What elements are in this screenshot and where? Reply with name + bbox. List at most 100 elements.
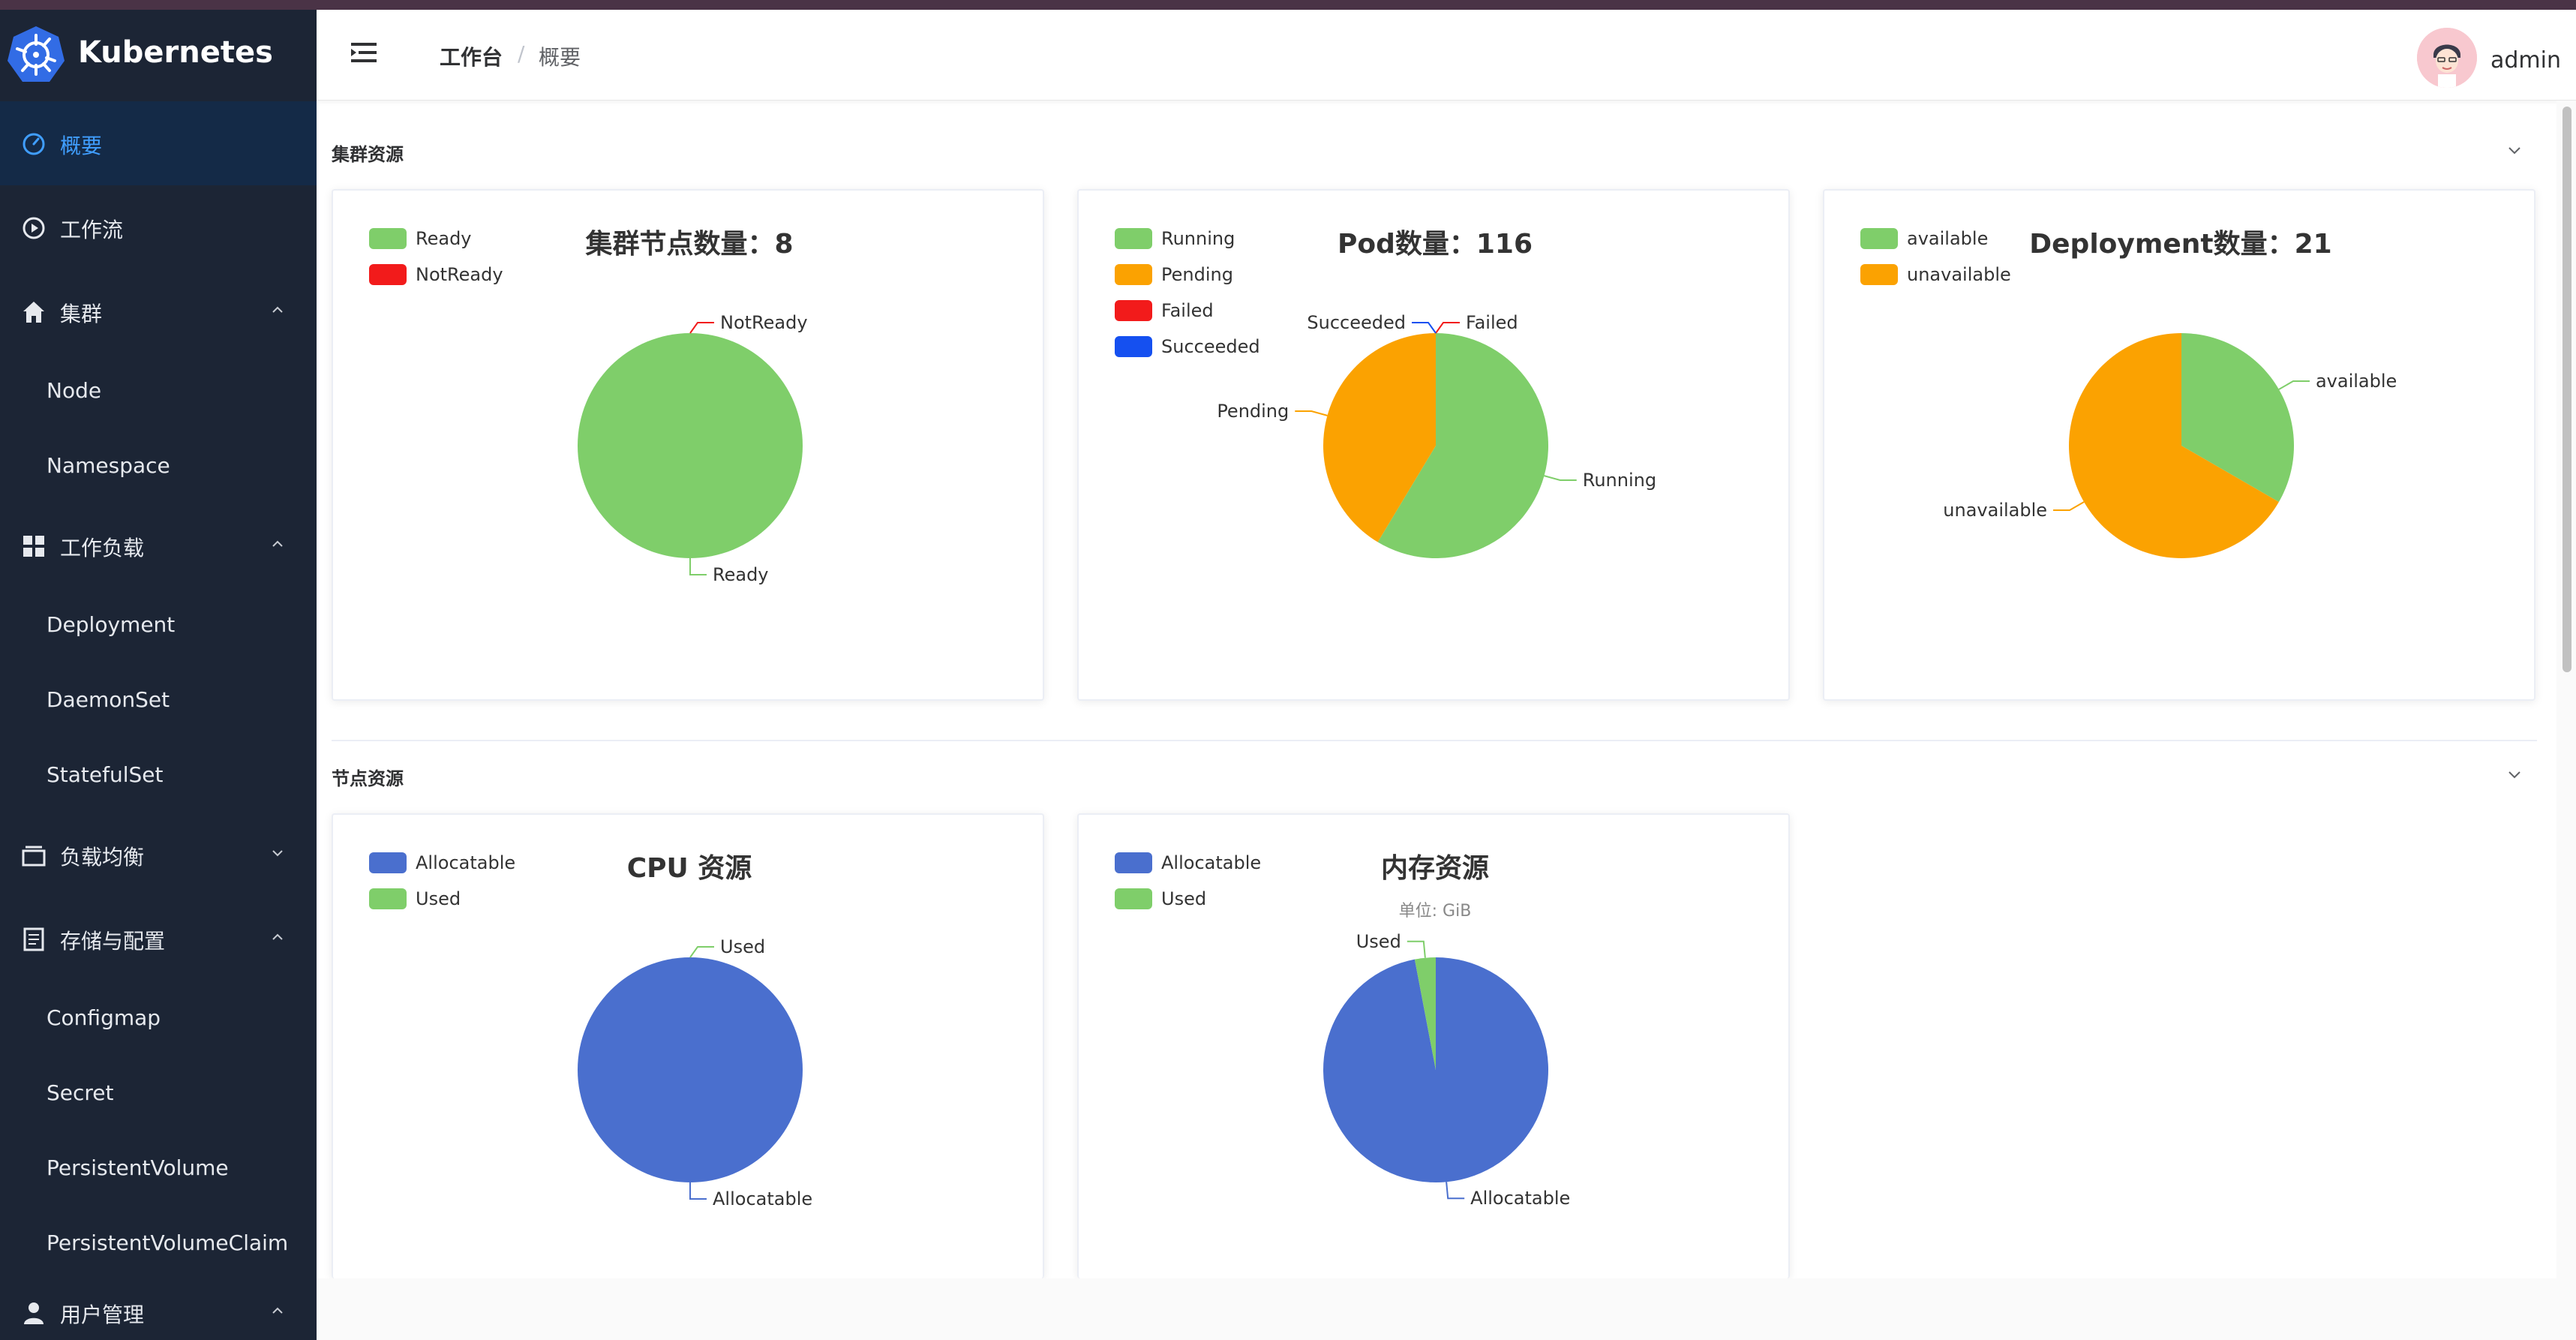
main-content: 集群资源 Ready NotReady 集群节点数量：8 Ready NotReady … bbox=[317, 101, 2552, 1278]
pie-chart: Allocatable Used bbox=[578, 936, 812, 1209]
breadcrumb-separator: / bbox=[518, 41, 525, 66]
avatar-face-icon bbox=[2417, 28, 2477, 88]
label-line-notready bbox=[689, 322, 714, 334]
dashboard-icon bbox=[23, 133, 45, 155]
user-name[interactable]: admin bbox=[2490, 47, 2561, 74]
section-title-cluster: 集群资源 bbox=[332, 144, 404, 165]
label-line-allocatable bbox=[689, 1182, 707, 1200]
slice-label-used: Used bbox=[720, 936, 765, 957]
breadcrumb-workbench[interactable]: 工作台 bbox=[440, 41, 503, 71]
sidebar-item-secret[interactable]: Secret bbox=[0, 1056, 317, 1131]
box-icon bbox=[22, 846, 46, 867]
scrollbar-thumb[interactable] bbox=[2562, 107, 2571, 672]
chevron-down-icon bbox=[272, 850, 283, 857]
sidebar: Kubernetes 概要 工作流 集群 Node Namespace 工作负载… bbox=[0, 10, 317, 1340]
slice-label-available: available bbox=[2316, 371, 2397, 392]
label-line-succeeded bbox=[1412, 322, 1437, 334]
slice-label-used: Used bbox=[1356, 931, 1401, 952]
sidebar-item-label: 存储与配置 bbox=[60, 929, 166, 954]
sidebar-item-label: Configmap bbox=[47, 1005, 161, 1030]
label-line-running bbox=[1544, 475, 1577, 482]
slice-label-failed: Failed bbox=[1466, 312, 1518, 333]
chevron-down-icon[interactable] bbox=[2504, 140, 2525, 161]
sidebar-item-statefulset[interactable]: StatefulSet bbox=[0, 738, 317, 813]
sidebar-item-workflow[interactable]: 工作流 bbox=[0, 185, 317, 269]
label-line-ready bbox=[689, 558, 707, 575]
sidebar-item-label: DaemonSet bbox=[47, 687, 170, 712]
slice-label-running: Running bbox=[1583, 470, 1656, 491]
sidebar-item-persistentvolume[interactable]: PersistentVolume bbox=[0, 1131, 317, 1206]
label-line-unavailable bbox=[2053, 501, 2085, 511]
chevron-up-icon bbox=[272, 1307, 283, 1314]
slice-label-unavailable: unavailable bbox=[1943, 500, 2047, 521]
sidebar-item-label: 用户管理 bbox=[60, 1302, 145, 1327]
chevron-up-icon bbox=[272, 933, 283, 940]
app-name: Kubernetes bbox=[78, 35, 273, 70]
brand[interactable]: Kubernetes bbox=[0, 10, 317, 101]
section-divider bbox=[332, 740, 2537, 741]
sidebar-item-storage-config[interactable]: 存储与配置 bbox=[0, 897, 317, 981]
chevron-up-icon bbox=[272, 540, 283, 547]
sidebar-item-label: Node bbox=[47, 378, 102, 403]
slice-label-notready: NotReady bbox=[720, 312, 808, 333]
sidebar-item-workloads[interactable]: 工作负载 bbox=[0, 503, 317, 587]
chevron-down-icon[interactable] bbox=[2504, 764, 2525, 785]
pie-chart: Ready NotReady bbox=[578, 312, 808, 585]
sidebar-item-label: Secret bbox=[47, 1080, 114, 1105]
sidebar-item-label: 工作流 bbox=[60, 218, 124, 242]
label-line-allocatable bbox=[1446, 1182, 1465, 1200]
sidebar-item-persistentvolumeclaim[interactable]: PersistentVolumeClaim bbox=[0, 1206, 317, 1281]
section-title-node: 节点资源 bbox=[332, 768, 404, 789]
pie-slice-allocatable[interactable] bbox=[578, 957, 803, 1182]
user-icon bbox=[24, 1302, 44, 1324]
chevron-up-icon bbox=[272, 306, 283, 313]
sidebar-item-namespace[interactable]: Namespace bbox=[0, 428, 317, 503]
sidebar-item-cluster[interactable]: 集群 bbox=[0, 269, 317, 353]
sidebar-item-configmap[interactable]: Configmap bbox=[0, 981, 317, 1056]
label-line-failed bbox=[1435, 322, 1460, 334]
sidebar-item-label: PersistentVolumeClaim bbox=[47, 1230, 289, 1255]
pie-chart: Allocatable Used bbox=[1323, 931, 1570, 1209]
sidebar-item-label: 集群 bbox=[60, 302, 103, 326]
pie-chart: available unavailable bbox=[1943, 333, 2397, 558]
sidebar-item-deployment[interactable]: Deployment bbox=[0, 587, 317, 662]
document-icon bbox=[23, 927, 44, 951]
breadcrumb-current: 概要 bbox=[539, 45, 581, 70]
sidebar-item-overview[interactable]: 概要 bbox=[0, 101, 317, 185]
vertical-scrollbar[interactable] bbox=[2556, 101, 2576, 1278]
slice-label-pending: Pending bbox=[1217, 401, 1289, 422]
grid-icon bbox=[23, 536, 44, 557]
play-circle-icon bbox=[23, 217, 45, 239]
chart-card-deployments: available unavailable Deployment数量：21 avail… bbox=[1823, 189, 2535, 701]
chart-card-nodes: Ready NotReady 集群节点数量：8 Ready NotReady bbox=[332, 189, 1044, 701]
pie-chart: Running Pending Failed Succeeded bbox=[1217, 312, 1656, 558]
chart-card-cpu: Allocatable Used CPU 资源 Allocatable Used bbox=[332, 813, 1044, 1278]
sidebar-item-label: 工作负载 bbox=[60, 536, 145, 560]
slice-label-succeeded: Succeeded bbox=[1307, 312, 1406, 333]
sidebar-item-node[interactable]: Node bbox=[0, 353, 317, 428]
top-header: 工作台 / 概要 admin bbox=[317, 10, 2576, 101]
label-line-pending bbox=[1295, 410, 1328, 416]
label-line-used bbox=[689, 946, 714, 958]
label-line-available bbox=[2278, 380, 2310, 390]
sidebar-item-daemonset[interactable]: DaemonSet bbox=[0, 662, 317, 738]
slice-label-allocatable: Allocatable bbox=[713, 1188, 812, 1209]
kubernetes-logo-icon bbox=[8, 26, 65, 82]
menu-fold-icon[interactable] bbox=[348, 37, 380, 68]
sidebar-item-label: 概要 bbox=[60, 134, 103, 158]
chart-card-pods: Running Pending Failed Succeeded Pod数量：116 Ru… bbox=[1077, 189, 1790, 701]
home-icon bbox=[23, 302, 44, 323]
sidebar-item-label: StatefulSet bbox=[47, 762, 164, 787]
sidebar-item-label: Deployment bbox=[47, 612, 176, 637]
pie-slice-ready[interactable] bbox=[578, 333, 803, 558]
avatar[interactable] bbox=[2417, 28, 2477, 88]
sidebar-item-label: 负载均衡 bbox=[60, 845, 145, 870]
window-top-strip bbox=[0, 0, 2576, 10]
chart-card-memory: Allocatable Used 内存资源 单位: GiB Allocatable Use… bbox=[1077, 813, 1790, 1278]
bottom-bar bbox=[317, 1278, 2576, 1340]
label-line-used bbox=[1407, 940, 1426, 958]
sidebar-item-label: PersistentVolume bbox=[47, 1155, 229, 1180]
sidebar-item-user-management[interactable]: 用户管理 bbox=[0, 1281, 317, 1340]
slice-label-ready: Ready bbox=[713, 564, 769, 585]
sidebar-item-load-balancing[interactable]: 负载均衡 bbox=[0, 813, 317, 897]
